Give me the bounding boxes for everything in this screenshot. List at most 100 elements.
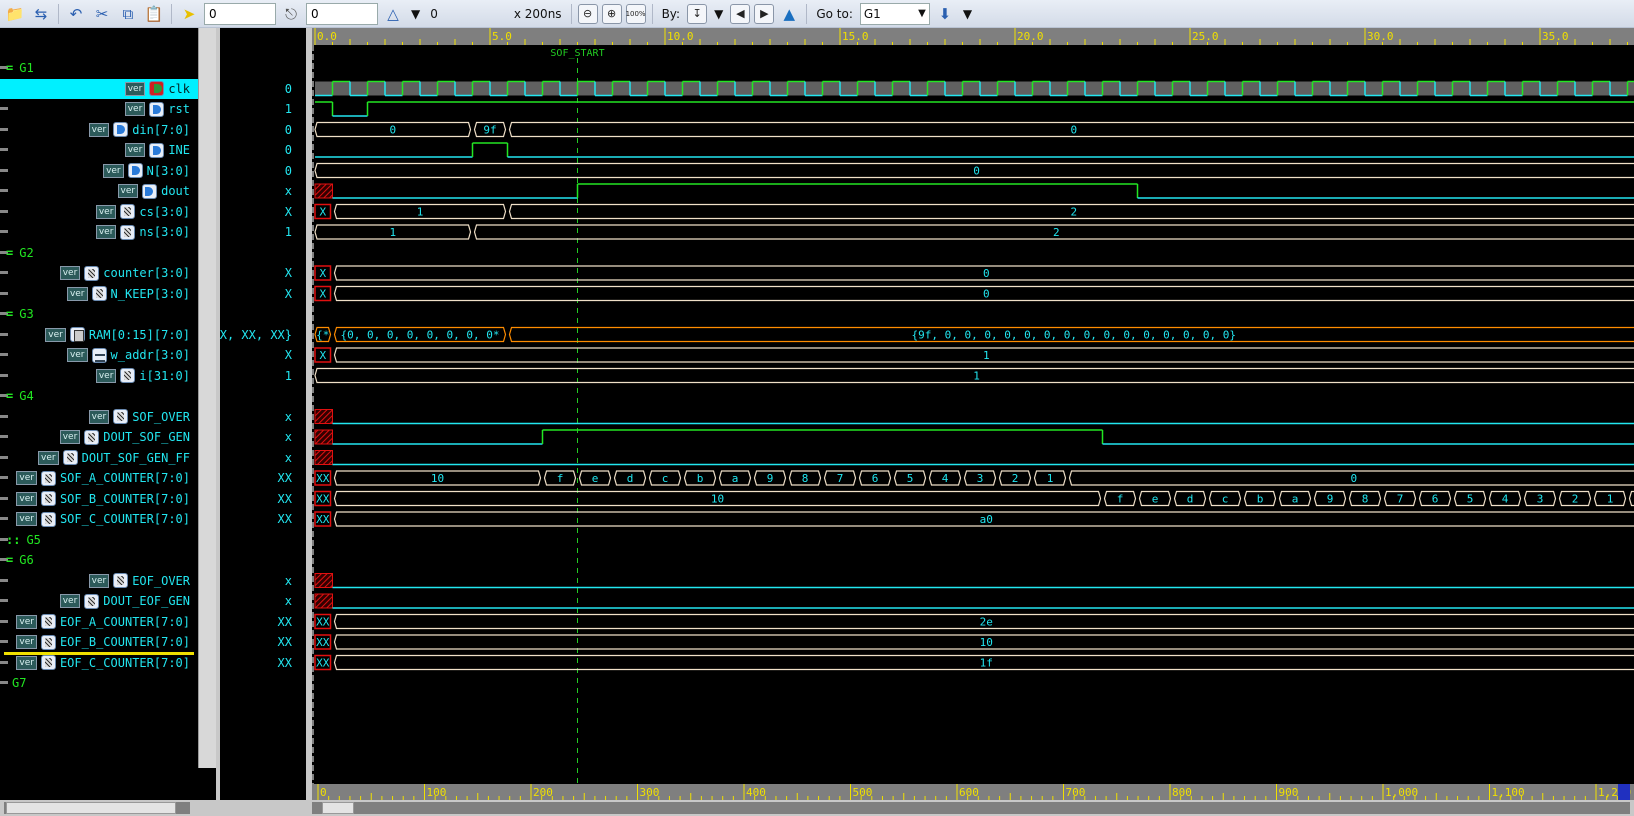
signal-dout_sof_gen[interactable]: ver DOUT_SOF_GEN (0, 427, 198, 447)
group-g5[interactable]: :: G5 (0, 530, 198, 550)
paste-icon[interactable]: 📋 (143, 3, 165, 25)
chevron-down-icon: ▼ (918, 8, 926, 19)
group-expand-icon[interactable]: = (6, 246, 13, 260)
signal-eof_b_counter70[interactable]: ver EOF_B_COUNTER[7:0] (0, 632, 198, 652)
search-forward-icon[interactable]: ▶ (754, 3, 775, 24)
toolbar-separator (570, 3, 572, 24)
signal-n30[interactable]: ver N[3:0] (0, 161, 198, 181)
signal-eof_over[interactable]: ver EOF_OVER (0, 571, 198, 591)
signal-name: cs[3:0] (139, 204, 190, 219)
signal-dout[interactable]: ver dout (0, 181, 198, 201)
bus-value-label: 2 (1053, 226, 1060, 239)
group-expand-icon[interactable]: :: (6, 533, 20, 547)
input-port-icon (113, 122, 129, 137)
group-expand-icon[interactable]: = (6, 61, 13, 75)
reload-icon[interactable]: ⇆ (30, 3, 52, 25)
download-dropdown-arrow[interactable]: ▼ (960, 7, 975, 21)
signal-ram01570[interactable]: ver RAM[0:15][7:0] (0, 325, 198, 345)
group-g4[interactable]: = G4 (0, 386, 198, 406)
group-expand-icon[interactable]: = (6, 389, 13, 403)
marker-icon[interactable]: ⎋ (280, 3, 302, 25)
bus-value-label: X (319, 288, 326, 301)
search-by-icon[interactable]: ↧ (687, 3, 708, 24)
group-g1[interactable]: = G1 (0, 58, 198, 78)
signal-ine[interactable]: ver INE (0, 140, 198, 160)
group-g6[interactable]: = G6 (0, 550, 198, 570)
signal-value: 0 (284, 122, 292, 137)
signal-w_addr30[interactable]: ver w_addr[3:0] (0, 345, 198, 365)
bus-value-label: 1 (389, 226, 396, 239)
horizontal-scrollbar[interactable] (0, 800, 1634, 816)
signal-eof_a_counter70[interactable]: ver EOF_A_COUNTER[7:0] (0, 612, 198, 632)
group-g3[interactable]: = G3 (0, 304, 198, 324)
unknown-value-block (314, 450, 333, 465)
delta-dropdown-arrow[interactable]: ▼ (408, 7, 423, 21)
bottom-ruler-label: 100 (427, 786, 447, 799)
search-by-dropdown-arrow[interactable]: ▼ (711, 7, 726, 21)
signal-rst[interactable]: ver rst (0, 99, 198, 119)
name-pane-hscroll-thumb[interactable] (6, 802, 176, 814)
signal-value: x (284, 430, 292, 444)
signal-din70[interactable]: ver din[7:0] (0, 120, 198, 140)
zoom-in-icon[interactable]: ⊕ (601, 3, 622, 24)
bus-value-label: 1 (973, 370, 980, 383)
ver-badge: ver (16, 655, 37, 670)
copy-icon[interactable]: ⧉ (117, 3, 139, 25)
bus-value-label: 2 (1012, 472, 1019, 485)
signal-clk[interactable]: ver clk (0, 78, 198, 99)
waveform-pane[interactable]: 0.0 5.0 10.0 15.0 20.0 25.0 30.0 35.0 SOF_START 0… (312, 28, 1634, 784)
bus-value-label: b (697, 472, 704, 485)
bottom-time-ruler[interactable]: 0 100 200 300 400 500 600 700 800 900 1,000 1,100 1,… (312, 784, 1634, 800)
toolbar-separator (651, 3, 653, 24)
signal-sof_b_counter70[interactable]: ver SOF_B_COUNTER[7:0] (0, 489, 198, 509)
search-backward-icon[interactable]: ◀ (730, 3, 751, 24)
signal-name: EOF_OVER (132, 573, 190, 588)
bottom-ruler-label: 0 (320, 786, 327, 799)
undo-icon[interactable]: ↶ (65, 3, 87, 25)
waveform-eof_c_counter70: XX 1f (314, 654, 1634, 671)
output-port-icon (142, 183, 158, 199)
zoom-out-icon[interactable]: ⊖ (577, 3, 598, 24)
cursor-icon[interactable]: ➤ (178, 3, 200, 25)
bottom-ruler-label: 500 (853, 786, 873, 799)
bus-value-label: 0 (1350, 472, 1357, 485)
bus-value-label: X (319, 349, 326, 362)
group-g2[interactable]: = G2 (0, 243, 198, 263)
bus-value-label: 6 (872, 472, 879, 485)
signal-dout_eof_gen[interactable]: ver DOUT_EOF_GEN (0, 591, 198, 611)
signal-sof_a_counter70[interactable]: ver SOF_A_COUNTER[7:0] (0, 468, 198, 488)
group-expand-icon[interactable]: = (6, 307, 13, 321)
bus-value-label: a (732, 472, 739, 485)
open-folder-icon[interactable]: 📁 (4, 3, 26, 25)
ruler-label: 20.0 (1017, 30, 1044, 43)
ver-badge: ver (117, 184, 139, 198)
signal-eof_c_counter70[interactable]: ver EOF_C_COUNTER[7:0] (0, 653, 198, 673)
group-g7[interactable]: G7 (0, 673, 198, 693)
signal-cs30[interactable]: ver cs[3:0] (0, 202, 198, 222)
annotation-icon[interactable]: ▲ (778, 3, 800, 25)
zoom-100-button[interactable]: 100% (625, 3, 646, 24)
wave-hscroll-track[interactable] (312, 802, 1630, 814)
signal-value: XX (277, 512, 292, 526)
waveform-counter30: X0 (314, 265, 1634, 281)
cut-icon[interactable]: ✂ (91, 3, 113, 25)
bus-value-label: 6 (1432, 493, 1439, 506)
marker-time-input[interactable] (306, 2, 378, 25)
signal-dout_sof_gen_ff[interactable]: ver DOUT_SOF_GEN_FF (0, 448, 198, 468)
signal-sof_c_counter70[interactable]: ver SOF_C_COUNTER[7:0] (0, 509, 198, 529)
signal-ns30[interactable]: ver ns[3:0] (0, 222, 198, 242)
signal-counter30[interactable]: ver counter[3:0] (0, 263, 198, 283)
name-pane-scrollbar[interactable] (198, 28, 216, 768)
signal-sof_over[interactable]: ver SOF_OVER (0, 407, 198, 427)
group-expand-icon[interactable]: = (6, 553, 13, 567)
signal-i310[interactable]: ver i[31:0] (0, 366, 198, 386)
ver-badge: ver (95, 368, 117, 383)
cursor-time-input[interactable] (204, 2, 276, 25)
bus-value-label: XX (316, 472, 330, 485)
signal-n_keep30[interactable]: ver N_KEEP[3:0] (0, 284, 198, 304)
download-icon[interactable]: ⬇ (934, 3, 956, 25)
wave-hscroll-thumb[interactable] (322, 802, 354, 814)
bus-value-label: 1 (417, 206, 424, 219)
waveform-dout_sof_gen (314, 429, 1634, 445)
goto-select[interactable]: G1 ▼ (859, 2, 930, 25)
